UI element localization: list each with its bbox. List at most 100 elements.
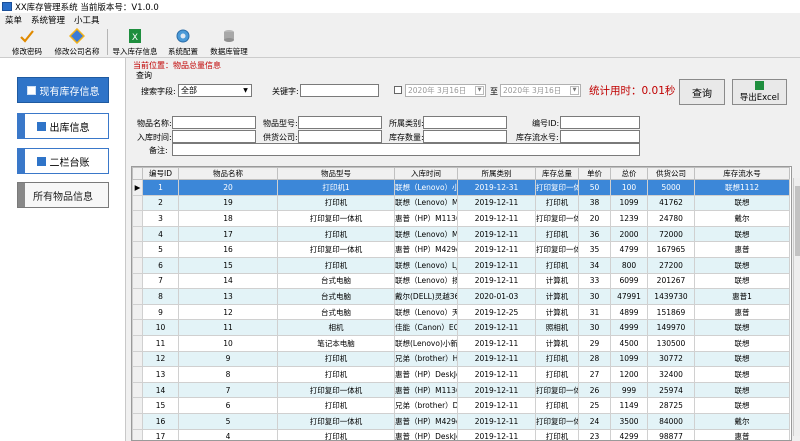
col-header[interactable]: 物品型号 [277, 167, 395, 180]
date-from-picker[interactable]: 2020年 3月16日 ▼ [405, 84, 486, 97]
table-row[interactable]: 174打印机惠普（HP）DeskJet 26222019-12-11打印机234… [132, 428, 790, 440]
col-header[interactable]: 编号ID [142, 167, 179, 180]
table-cell: 24780 [647, 210, 695, 227]
col-header[interactable]: 总价 [610, 167, 648, 180]
table-row[interactable]: 516打印复印一体机惠普（HP）M429dw2019-12-11打印复印一体机3… [132, 241, 790, 258]
item-name-input[interactable] [172, 116, 256, 129]
excel-icon: X [127, 28, 143, 44]
system-config-button[interactable]: 系统配置 [166, 26, 200, 58]
stock-qty-input[interactable] [423, 130, 507, 143]
table-row[interactable]: 1011相机佳能（Canon）EOS 800D2019-12-11照相机3049… [132, 319, 790, 336]
date-to-picker[interactable]: 2020年 3月16日 ▼ [500, 84, 581, 97]
table-row[interactable]: 912台式电脑联想（Lenovo）天逸510Pro英...2019-12-25计… [132, 303, 790, 321]
nav-outbound[interactable]: 出库信息 [17, 113, 109, 139]
keyword-input[interactable] [300, 84, 379, 97]
row-selector[interactable] [132, 210, 143, 227]
item-model-input[interactable] [298, 116, 382, 129]
row-selector[interactable]: ▶ [132, 179, 143, 196]
table-cell: 惠普（HP）DeskJet 2622 [394, 366, 458, 383]
table-row[interactable]: 219打印机联想（Lenovo）M72062019-12-11打印机381099… [132, 194, 790, 212]
change-company-button[interactable]: 修改公司名称 [52, 26, 102, 58]
table-cell: 27200 [647, 256, 695, 274]
table-row[interactable]: 813台式电脑戴尔(DELL)灵越36702020-01-03计算机304799… [132, 288, 790, 305]
table-cell: 149970 [647, 319, 695, 336]
table-row[interactable]: 318打印复印一体机惠普（HP）M11362019-12-11打印复印一体机20… [132, 210, 790, 227]
table-cell: 联想 [694, 194, 790, 212]
row-selector[interactable] [132, 319, 143, 336]
row-selector[interactable] [132, 241, 143, 258]
table-cell: 2019-12-11 [457, 397, 536, 414]
table-row[interactable]: 714台式电脑联想（Lenovo）扬天T4900v ...2019-12-11计… [132, 272, 790, 290]
table-cell: 9 [142, 303, 179, 321]
table-cell: 打印机 [535, 366, 579, 383]
table-cell: 打印复印一体机 [535, 412, 579, 430]
row-selector[interactable] [132, 412, 143, 430]
table-row[interactable]: 147打印复印一体机惠普（HP）M11362019-12-11打印复印一体机26… [132, 381, 790, 399]
nav-all-items[interactable]: 所有物品信息 [17, 182, 109, 208]
row-selector[interactable] [132, 428, 143, 440]
id-input[interactable] [560, 116, 640, 129]
search-field-select[interactable]: 全部 ▼ [178, 84, 252, 97]
row-selector[interactable] [132, 350, 143, 368]
nav-accent-bar [18, 149, 25, 173]
col-header[interactable]: 物品名称 [178, 167, 278, 180]
in-time-input[interactable] [172, 130, 256, 143]
query-button[interactable]: 查询 [679, 79, 725, 105]
row-selector[interactable] [132, 381, 143, 399]
date-filter-checkbox[interactable] [394, 86, 402, 94]
table-cell: 计算机 [535, 303, 579, 321]
menu-item-tools[interactable]: 小工具 [74, 14, 100, 26]
table-row[interactable]: 129打印机兄弟（brother）HL-2260D 黑...2019-12-11… [132, 350, 790, 368]
item-model-label: 物品型号: [263, 119, 298, 128]
export-excel-button[interactable]: 导出Excel [732, 79, 787, 105]
row-selector[interactable] [132, 366, 143, 383]
table-cell: 打印复印一体机 [535, 381, 579, 399]
table-cell: 2019-12-11 [457, 366, 536, 383]
col-header[interactable]: 库存总量 [535, 167, 579, 180]
table-cell: 2000 [610, 225, 648, 243]
vertical-scrollbar[interactable] [793, 178, 800, 436]
nav-ledger[interactable]: 二栏台账 [17, 148, 109, 174]
col-header[interactable]: 入库时间 [394, 167, 458, 180]
row-selector[interactable] [132, 194, 143, 212]
row-selector[interactable] [132, 303, 143, 321]
scrollbar-thumb[interactable] [795, 186, 800, 256]
table-row[interactable]: 615打印机联想（Lenovo）LJ2206W 睿省...2019-12-11打… [132, 256, 790, 274]
row-selector[interactable] [132, 288, 143, 305]
menu-item-system[interactable]: 系统管理 [31, 14, 65, 26]
table-cell: 2019-12-11 [457, 350, 536, 368]
toolbar: 修改密码 修改公司名称 X 导入库存信息 系统配置 数据库管理 [0, 26, 800, 58]
change-password-button[interactable]: 修改密码 [10, 26, 44, 58]
serial-input[interactable] [560, 130, 640, 143]
table-row[interactable]: 156打印机兄弟（brother）DCP1618W 黑...2019-12-11… [132, 397, 790, 414]
table-cell: 联想（Lenovo）M7206 [394, 194, 458, 212]
table-row[interactable]: 11 10 笔记本电脑 联想(Lenovo)小新 2019-12-11 计算机 29 4500… [132, 334, 790, 352]
table-cell: 打印机 [535, 428, 579, 440]
table-row[interactable]: 138打印机惠普（HP）DeskJet 26222019-12-11打印机271… [132, 366, 790, 383]
category-input[interactable] [423, 116, 507, 129]
row-selector[interactable] [132, 334, 143, 352]
table-row[interactable]: ▶120打印机1联想（Lenovo）小新122019-12-31打印复印一体机5… [132, 179, 790, 196]
table-cell: 8 [178, 366, 278, 383]
remark-input[interactable] [172, 143, 640, 156]
nav-current-stock[interactable]: 现有库存信息 [17, 77, 109, 103]
table-cell: 4999 [610, 319, 648, 336]
col-header[interactable]: 供货公司 [647, 167, 695, 180]
row-selector[interactable] [132, 397, 143, 414]
sidebar: 现有库存信息 出库信息 二栏台账 所有物品信息 [0, 58, 126, 441]
row-selector[interactable] [132, 225, 143, 243]
supplier-input[interactable] [298, 130, 382, 143]
col-header[interactable]: 所属类别 [457, 167, 536, 180]
row-selector[interactable] [132, 256, 143, 274]
table-cell: 联想 [694, 256, 790, 274]
table-cell: 照相机 [535, 319, 579, 336]
import-stock-button[interactable]: X 导入库存信息 [113, 26, 158, 58]
col-header[interactable]: 单价 [578, 167, 611, 180]
gear-globe-icon [175, 28, 191, 44]
row-selector[interactable] [132, 272, 143, 290]
menu-item-menu[interactable]: 菜单 [5, 14, 22, 26]
table-row[interactable]: 417打印机联想（Lenovo）M72062019-12-11打印机362000… [132, 225, 790, 243]
database-manage-button[interactable]: 数据库管理 [209, 26, 249, 58]
col-header[interactable]: 库存流水号 [694, 167, 790, 180]
table-row[interactable]: 165打印复印一体机惠普（HP）M429dw2019-12-11打印复印一体机2… [132, 412, 790, 430]
